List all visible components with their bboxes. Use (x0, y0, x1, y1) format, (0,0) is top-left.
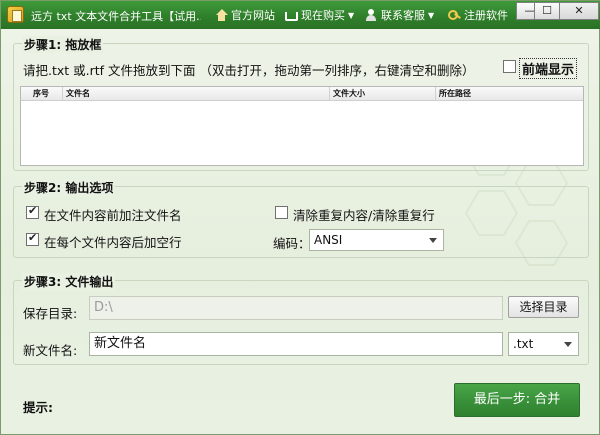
home-icon (215, 8, 228, 22)
column-header-filesize[interactable]: 文件大小 (330, 87, 436, 101)
chevron-down-icon: ▼ (428, 10, 435, 20)
dedupe-label[interactable]: 清除重复内容/清除重复行 (293, 205, 435, 224)
drop-instruction: 请把.txt 或.rtf 文件拖放到下面 （双击打开，拖动第一列排序，右键清空和… (23, 63, 475, 78)
register-link[interactable]: 注册软件 (448, 7, 508, 23)
chevron-down-icon: ▼ (348, 10, 355, 20)
file-list-grid[interactable]: 序号 文件名 文件大小 所在路径 (20, 86, 584, 166)
encoding-label: 编码： (273, 236, 311, 251)
official-site-label: 官方网站 (231, 9, 275, 22)
append-blankline-label[interactable]: 在每个文件内容后加空行 (44, 232, 182, 251)
chevron-down-icon (564, 342, 572, 347)
prepend-filename-label[interactable]: 在文件内容前加注文件名 (44, 205, 182, 224)
support-person-icon (365, 8, 378, 22)
chevron-down-icon (429, 238, 437, 243)
new-filename-label: 新文件名: (23, 343, 78, 358)
key-icon (448, 9, 461, 22)
column-header-path[interactable]: 所在路径 (436, 87, 583, 101)
column-header-index[interactable]: 序号 (21, 87, 63, 101)
maximize-button[interactable]: ☐ (534, 2, 560, 20)
window-title: 远方 txt 文本文件合并工具【试用... (31, 10, 201, 23)
column-header-filename[interactable]: 文件名 (63, 87, 330, 101)
app-window: 远方 txt 文本文件合并工具【试用... 官方网站 现在购买 ▼ 联系客服 ▼… (0, 0, 600, 435)
close-button[interactable]: ✕ (559, 2, 599, 20)
buy-now-label: 现在购买 (301, 9, 345, 22)
contact-support-label: 联系客服 (381, 9, 425, 22)
step2-title: 步骤2: 输出选项 (22, 179, 116, 196)
front-display-checkbox[interactable] (503, 60, 516, 73)
step1-title: 步骤1: 拖放框 (22, 36, 104, 53)
step3-title: 步骤3: 文件输出 (22, 273, 116, 290)
save-dir-field[interactable]: D:\ (89, 296, 503, 320)
encoding-select[interactable]: ANSI (309, 229, 444, 251)
choose-dir-button[interactable]: 选择目录 (508, 296, 579, 318)
front-display-label[interactable]: 前端显示 (519, 58, 578, 79)
grid-header: 序号 文件名 文件大小 所在路径 (21, 87, 583, 101)
dedupe-checkbox[interactable] (275, 206, 288, 219)
app-logo-icon (7, 6, 24, 23)
save-dir-label: 保存目录: (23, 306, 78, 321)
encoding-value: ANSI (314, 233, 343, 247)
append-blankline-checkbox[interactable] (26, 231, 39, 246)
cart-icon (285, 11, 298, 21)
prepend-filename-checkbox[interactable] (26, 204, 39, 219)
official-site-link[interactable]: 官方网站 (215, 7, 275, 23)
new-filename-field[interactable]: 新文件名 (89, 332, 503, 356)
buy-now-menu[interactable]: 现在购买 ▼ (285, 7, 354, 23)
contact-support-menu[interactable]: 联系客服 ▼ (365, 7, 434, 23)
register-label: 注册软件 (464, 9, 508, 22)
title-bar: 远方 txt 文本文件合并工具【试用... 官方网站 现在购买 ▼ 联系客服 ▼… (1, 1, 600, 29)
extension-select[interactable]: .txt (508, 332, 579, 356)
tip-label: 提示: (23, 400, 53, 415)
new-filename-value: 新文件名 (94, 336, 147, 351)
extension-value: .txt (513, 337, 534, 351)
merge-button[interactable]: 最后一步: 合并 (454, 383, 580, 417)
save-dir-value: D:\ (94, 300, 113, 315)
